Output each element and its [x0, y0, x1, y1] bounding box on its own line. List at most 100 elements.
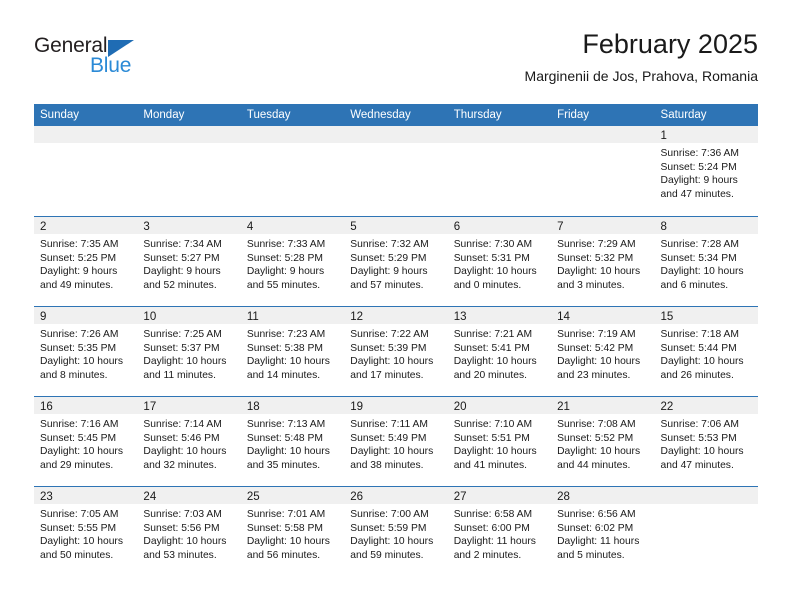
day-number-band: 14 — [551, 307, 655, 324]
day-cell-empty — [240, 126, 345, 216]
day-details: Sunrise: 7:06 AM Sunset: 5:53 PM Daylight:… — [655, 414, 758, 472]
day-number: 7 — [557, 221, 564, 233]
daylight-text-line1: Daylight: 10 hours — [40, 356, 123, 367]
daylight-text-line1: Daylight: 9 hours — [660, 175, 738, 186]
sunrise-text: Sunrise: 7:33 AM — [246, 239, 326, 250]
day-details: Sunrise: 7:14 AM Sunset: 5:46 PM Daylight:… — [137, 414, 240, 472]
day-number-band: 25 — [240, 487, 345, 504]
day-cell[interactable]: 20 Sunrise: 7:10 AM Sunset: 5:51 PM Dayligh… — [447, 397, 552, 486]
logo-text-blue: Blue — [90, 54, 132, 77]
sunset-text: Sunset: 5:37 PM — [143, 342, 220, 354]
sunrise-text: Sunrise: 7:21 AM — [453, 329, 533, 340]
day-cell[interactable]: 25 Sunrise: 7:01 AM Sunset: 5:58 PM Dayligh… — [240, 487, 345, 576]
calendar-page: General Blue February 2025 Marginenii de… — [0, 0, 792, 612]
daylight-text-line2: and 20 minutes. — [453, 369, 527, 381]
daylight-text-line1: Daylight: 10 hours — [246, 446, 330, 457]
day-number: 17 — [143, 401, 157, 413]
day-number-band: 13 — [447, 307, 552, 324]
day-number-band: 9 — [34, 307, 138, 324]
day-details: Sunrise: 7:25 AM Sunset: 5:37 PM Daylight:… — [137, 324, 240, 382]
sunset-text: Sunset: 6:00 PM — [453, 522, 530, 534]
daylight-text-line2: and 59 minutes. — [350, 549, 424, 561]
day-cell[interactable]: 21 Sunrise: 7:08 AM Sunset: 5:52 PM Dayligh… — [551, 397, 655, 486]
day-number-band: 6 — [447, 217, 552, 234]
day-cell[interactable]: 4 Sunrise: 7:33 AM Sunset: 5:28 PM Daylight… — [240, 217, 345, 306]
day-details: Sunrise: 7:21 AM Sunset: 5:41 PM Daylight:… — [448, 324, 551, 382]
sunrise-text: Sunrise: 7:05 AM — [40, 509, 119, 520]
calendar-week-row: 1 Sunrise: 7:36 AM Sunset: 5:24 PM Daylight… — [34, 126, 758, 216]
day-details: Sunrise: 7:19 AM Sunset: 5:42 PM Daylight:… — [551, 324, 654, 382]
daylight-text-line1: Daylight: 10 hours — [143, 536, 227, 547]
day-cell[interactable]: 17 Sunrise: 7:14 AM Sunset: 5:46 PM Dayligh… — [137, 397, 241, 486]
day-cell[interactable]: 15 Sunrise: 7:18 AM Sunset: 5:44 PM Dayligh… — [654, 307, 758, 396]
day-cell[interactable]: 24 Sunrise: 7:03 AM Sunset: 5:56 PM Dayligh… — [137, 487, 241, 576]
day-cell[interactable]: 22 Sunrise: 7:06 AM Sunset: 5:53 PM Dayligh… — [654, 397, 758, 486]
sunrise-text: Sunrise: 7:10 AM — [453, 419, 533, 430]
sunset-text: Sunset: 5:52 PM — [557, 432, 634, 444]
day-number: 23 — [40, 491, 53, 503]
day-cell[interactable]: 23 Sunrise: 7:05 AM Sunset: 5:55 PM Dayligh… — [34, 487, 138, 576]
day-cell[interactable]: 5 Sunrise: 7:32 AM Sunset: 5:29 PM Daylight… — [344, 217, 448, 306]
day-number-band: 18 — [240, 397, 345, 414]
weekday-header-saturday: Saturday — [660, 109, 707, 121]
general-blue-logo: General Blue — [34, 34, 254, 92]
day-number-band: 10 — [137, 307, 241, 324]
daylight-text-line1: Daylight: 10 hours — [453, 356, 537, 367]
daylight-text-line2: and 49 minutes. — [40, 279, 114, 291]
day-number-band: 22 — [654, 397, 758, 414]
sunrise-text: Sunrise: 7:11 AM — [350, 419, 428, 430]
sunset-text: Sunset: 5:42 PM — [557, 342, 634, 354]
daylight-text-line2: and 11 minutes. — [143, 369, 216, 381]
day-details: Sunrise: 7:33 AM Sunset: 5:28 PM Daylight:… — [241, 234, 344, 292]
day-cell[interactable]: 7 Sunrise: 7:29 AM Sunset: 5:32 PM Daylight… — [551, 217, 655, 306]
day-cell[interactable]: 14 Sunrise: 7:19 AM Sunset: 5:42 PM Dayligh… — [551, 307, 655, 396]
day-cell[interactable]: 28 Sunrise: 6:56 AM Sunset: 6:02 PM Dayligh… — [551, 487, 655, 576]
day-number: 3 — [143, 221, 150, 233]
day-cell[interactable]: 11 Sunrise: 7:23 AM Sunset: 5:38 PM Dayligh… — [240, 307, 345, 396]
day-number-band: 5 — [344, 217, 448, 234]
day-cell[interactable]: 26 Sunrise: 7:00 AM Sunset: 5:59 PM Dayligh… — [344, 487, 448, 576]
day-details: Sunrise: 7:05 AM Sunset: 5:55 PM Daylight:… — [34, 504, 137, 562]
day-cell[interactable]: 2 Sunrise: 7:35 AM Sunset: 5:25 PM Daylight… — [34, 217, 138, 306]
day-cell-empty — [654, 487, 758, 576]
day-details: Sunrise: 7:23 AM Sunset: 5:38 PM Daylight:… — [241, 324, 344, 382]
daylight-text-line2: and 44 minutes. — [557, 459, 631, 471]
day-cell[interactable]: 1 Sunrise: 7:36 AM Sunset: 5:24 PM Daylight… — [654, 126, 758, 216]
day-number-band: 16 — [34, 397, 138, 414]
day-cell[interactable]: 13 Sunrise: 7:21 AM Sunset: 5:41 PM Dayligh… — [447, 307, 552, 396]
sunrise-text: Sunrise: 7:25 AM — [143, 329, 222, 340]
daylight-text-line2: and 5 minutes. — [557, 549, 625, 561]
sunset-text: Sunset: 5:51 PM — [453, 432, 530, 444]
day-cell[interactable]: 18 Sunrise: 7:13 AM Sunset: 5:48 PM Dayligh… — [240, 397, 345, 486]
day-number: 20 — [453, 401, 467, 413]
daylight-text-line1: Daylight: 9 hours — [246, 266, 325, 277]
day-cell[interactable]: 3 Sunrise: 7:34 AM Sunset: 5:27 PM Daylight… — [137, 217, 241, 306]
sunset-text: Sunset: 5:49 PM — [350, 432, 427, 444]
day-details: Sunrise: 7:10 AM Sunset: 5:51 PM Daylight:… — [448, 414, 551, 472]
day-cell[interactable]: 9 Sunrise: 7:26 AM Sunset: 5:35 PM Daylight… — [34, 307, 138, 396]
daylight-text-line2: and 53 minutes. — [143, 549, 217, 561]
day-details: Sunrise: 7:32 AM Sunset: 5:29 PM Daylight:… — [344, 234, 447, 292]
daylight-text-line1: Daylight: 10 hours — [557, 266, 641, 277]
day-cell-empty — [447, 126, 552, 216]
daylight-text-line2: and 47 minutes. — [660, 459, 734, 471]
day-cell[interactable]: 19 Sunrise: 7:11 AM Sunset: 5:49 PM Dayligh… — [344, 397, 448, 486]
daylight-text-line1: Daylight: 10 hours — [40, 536, 123, 547]
sunset-text: Sunset: 5:59 PM — [350, 522, 427, 534]
day-number: 15 — [660, 311, 674, 323]
sunrise-text: Sunrise: 6:58 AM — [453, 509, 533, 520]
day-cell[interactable]: 6 Sunrise: 7:30 AM Sunset: 5:31 PM Daylight… — [447, 217, 552, 306]
day-cell[interactable]: 27 Sunrise: 6:58 AM Sunset: 6:00 PM Dayligh… — [447, 487, 552, 576]
day-details: Sunrise: 6:58 AM Sunset: 6:00 PM Daylight:… — [448, 504, 551, 562]
day-number: 22 — [660, 401, 674, 413]
daylight-text-line2: and 35 minutes. — [246, 459, 321, 471]
day-cell[interactable]: 12 Sunrise: 7:22 AM Sunset: 5:39 PM Dayligh… — [344, 307, 448, 396]
day-number-band: 4 — [240, 217, 345, 234]
day-cell[interactable]: 16 Sunrise: 7:16 AM Sunset: 5:45 PM Dayligh… — [34, 397, 138, 486]
day-number: 6 — [453, 221, 461, 233]
sunrise-text: Sunrise: 7:18 AM — [660, 329, 739, 340]
day-details: Sunrise: 7:22 AM Sunset: 5:39 PM Daylight:… — [344, 324, 447, 382]
weekday-header-wednesday: Wednesday — [350, 109, 411, 121]
day-cell[interactable]: 10 Sunrise: 7:25 AM Sunset: 5:37 PM Dayligh… — [137, 307, 241, 396]
day-cell[interactable]: 8 Sunrise: 7:28 AM Sunset: 5:34 PM Daylight… — [654, 217, 758, 306]
